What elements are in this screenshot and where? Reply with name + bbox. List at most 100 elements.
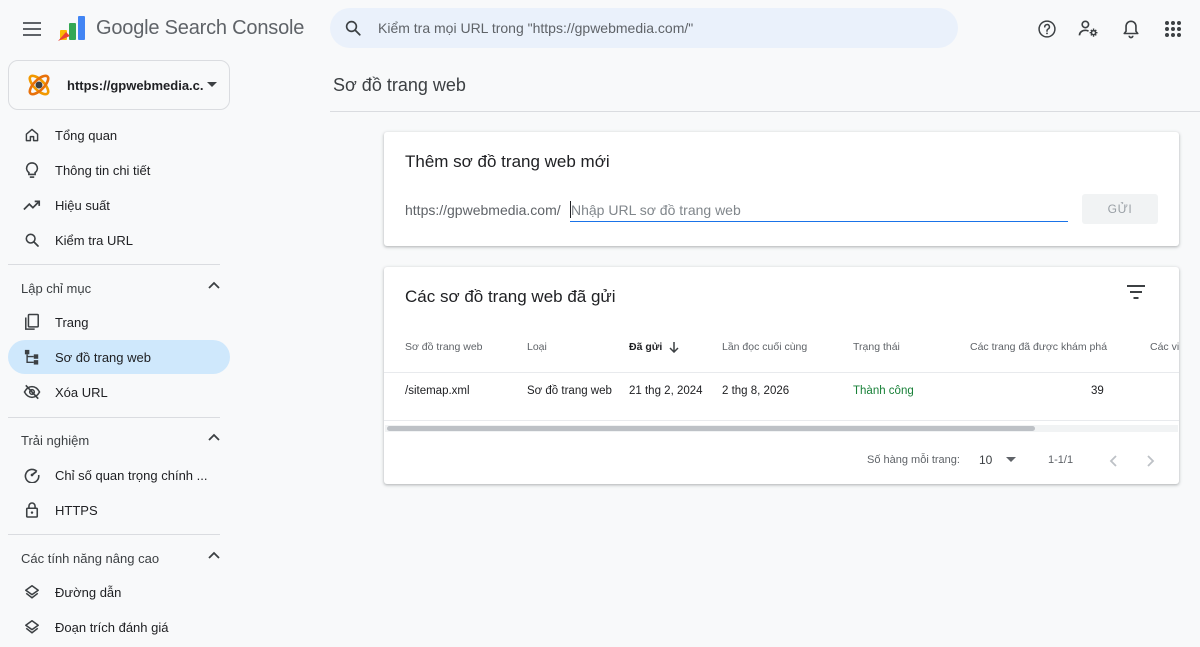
- sidebar-item-label: Thông tin chi tiết: [55, 162, 151, 178]
- column-header-sitemap[interactable]: Sơ đồ trang web: [405, 341, 483, 353]
- sidebar-item-label: Đường dẫn: [55, 584, 122, 600]
- help-icon: [1038, 20, 1056, 38]
- sidebar-item-review-snippets[interactable]: Đoạn trích đánh giá: [8, 610, 230, 644]
- cell-submitted: 21 thg 2, 2024: [629, 385, 703, 397]
- horizontal-scrollbar-thumb[interactable]: [387, 426, 1035, 431]
- layers-icon: [23, 618, 41, 636]
- submitted-sitemaps-card: Các sơ đồ trang web đã gửi Sơ đồ trang w…: [384, 267, 1179, 484]
- sidebar-item-label: HTTPS: [55, 502, 98, 518]
- column-label: Các trang đã được khám phá: [970, 341, 1108, 353]
- search-icon: [345, 20, 361, 36]
- sidebar-item-removals[interactable]: Xóa URL: [8, 375, 230, 409]
- sidebar-item-https[interactable]: HTTPS: [8, 493, 230, 527]
- sidebar-divider: [8, 417, 220, 418]
- column-label: Lần đọc cuối cùng: [722, 341, 808, 353]
- pagination-range: 1-1/1: [1048, 454, 1074, 466]
- filter-button[interactable]: [1127, 285, 1145, 299]
- cell-sitemap: /sitemap.xml: [405, 385, 470, 397]
- main-menu-button[interactable]: [18, 15, 46, 43]
- title-divider: [330, 111, 1200, 112]
- column-label: Sơ đồ trang web: [405, 341, 483, 353]
- cell-discovered: 39: [1091, 385, 1104, 397]
- speed-gauge-icon: [23, 466, 41, 484]
- sidebar-item-pages[interactable]: Trang: [8, 305, 230, 339]
- column-header-discovered-videos[interactable]: Các vi: [1150, 341, 1179, 353]
- sitemap-url-prefix: https://gpwebmedia.com/: [405, 202, 561, 218]
- page-title: Sơ đồ trang web: [333, 75, 466, 95]
- lightbulb-icon: [23, 161, 41, 179]
- home-icon: [23, 126, 41, 144]
- sidebar-item-label: Trang: [55, 314, 89, 330]
- sidebar-item-overview[interactable]: Tổng quan: [8, 118, 230, 152]
- add-sitemap-title: Thêm sơ đồ trang web mới: [405, 152, 610, 171]
- sidebar-item-label: Xóa URL: [55, 384, 108, 400]
- text-cursor: [570, 201, 571, 218]
- property-selector[interactable]: https://gpwebmedia.c...: [8, 60, 230, 110]
- chevron-right-icon: [1147, 455, 1155, 467]
- chevron-up-icon: [208, 551, 220, 559]
- header-divider: [384, 372, 1179, 373]
- top-app-bar: Google Search Console: [0, 0, 1200, 58]
- sidebar-item-label: Hiệu suất: [55, 197, 110, 213]
- chevron-up-icon: [208, 281, 220, 289]
- submit-sitemap-button[interactable]: GỬI: [1082, 194, 1158, 224]
- row-divider: [384, 420, 1179, 421]
- column-header-last-read[interactable]: Lần đọc cuối cùng: [722, 341, 807, 353]
- apps-button[interactable]: [1158, 14, 1188, 44]
- next-page-button[interactable]: [1140, 450, 1162, 472]
- sidebar-item-label: Sơ đồ trang web: [55, 349, 151, 365]
- property-name: https://gpwebmedia.c...: [67, 77, 203, 93]
- sidebar-divider: [8, 534, 220, 535]
- sitemap-icon: [23, 348, 41, 366]
- section-header-experience[interactable]: Trải nghiệm: [8, 423, 230, 457]
- help-button[interactable]: [1032, 14, 1062, 44]
- search-console-logo-icon: [58, 16, 85, 41]
- sidebar-item-label: Kiểm tra URL: [55, 232, 134, 248]
- url-inspection-search[interactable]: [330, 8, 958, 48]
- sidebar-item-breadcrumbs[interactable]: Đường dẫn: [8, 575, 230, 609]
- visibility-off-icon: [23, 383, 41, 401]
- column-header-discovered-pages[interactable]: Các trang đã được khám phá: [970, 341, 1107, 353]
- sidebar-item-label: Tổng quan: [55, 127, 118, 143]
- previous-page-button[interactable]: [1102, 450, 1124, 472]
- section-label: Trải nghiệm: [21, 432, 90, 448]
- section-label: Các tính năng nâng cao: [21, 550, 160, 566]
- manage-users-button[interactable]: [1074, 14, 1104, 44]
- notifications-icon: [1123, 20, 1139, 39]
- trending-up-icon: [23, 196, 41, 214]
- column-header-status[interactable]: Trạng thái: [853, 341, 900, 353]
- rows-per-page-select[interactable]: 10: [979, 450, 1017, 470]
- app-logo[interactable]: Google Search Console: [58, 14, 304, 42]
- hamburger-menu-icon: [23, 22, 41, 36]
- url-inspection-input[interactable]: [378, 20, 918, 36]
- submitted-sitemaps-title: Các sơ đồ trang web đã gửi: [405, 287, 616, 306]
- app-title: Google Search Console: [96, 16, 305, 39]
- sidebar-item-url-inspection[interactable]: Kiểm tra URL: [8, 223, 230, 257]
- column-header-submitted[interactable]: Đã gửi: [629, 341, 679, 353]
- column-header-type[interactable]: Loại: [527, 341, 547, 353]
- column-label: Loại: [527, 341, 547, 353]
- lock-icon: [23, 501, 41, 519]
- chevron-left-icon: [1109, 455, 1117, 467]
- notifications-button[interactable]: [1116, 14, 1146, 44]
- chevron-up-icon: [208, 433, 220, 441]
- rows-per-page-value: 10: [979, 453, 993, 467]
- layers-icon: [23, 583, 41, 601]
- sidebar-item-performance[interactable]: Hiệu suất: [8, 188, 230, 222]
- section-header-advanced[interactable]: Các tính năng nâng cao: [8, 541, 230, 575]
- sidebar-item-core-web-vitals[interactable]: Chỉ số quan trọng chính ...: [8, 458, 230, 492]
- section-label: Lập chỉ mục: [21, 280, 92, 296]
- sidebar-item-label: Chỉ số quan trọng chính ...: [55, 467, 208, 483]
- sidebar-item-sitemaps[interactable]: Sơ đồ trang web: [8, 340, 230, 374]
- apps-grid-icon: [1165, 21, 1181, 37]
- add-sitemap-card: Thêm sơ đồ trang web mới https://gpwebme…: [384, 132, 1179, 246]
- cell-last-read: 2 thg 8, 2026: [722, 385, 790, 397]
- sitemap-url-input[interactable]: [570, 198, 1068, 222]
- column-label: Trạng thái: [853, 341, 900, 353]
- sort-arrow-down-icon: [669, 342, 679, 353]
- section-header-indexing[interactable]: Lập chỉ mục: [8, 271, 230, 305]
- column-label: Các vi: [1150, 341, 1179, 353]
- sidebar-item-insights[interactable]: Thông tin chi tiết: [8, 153, 230, 187]
- manage-users-icon: [1078, 20, 1098, 37]
- sidebar-nav: https://gpwebmedia.c... Tổng quan Thông …: [0, 58, 240, 647]
